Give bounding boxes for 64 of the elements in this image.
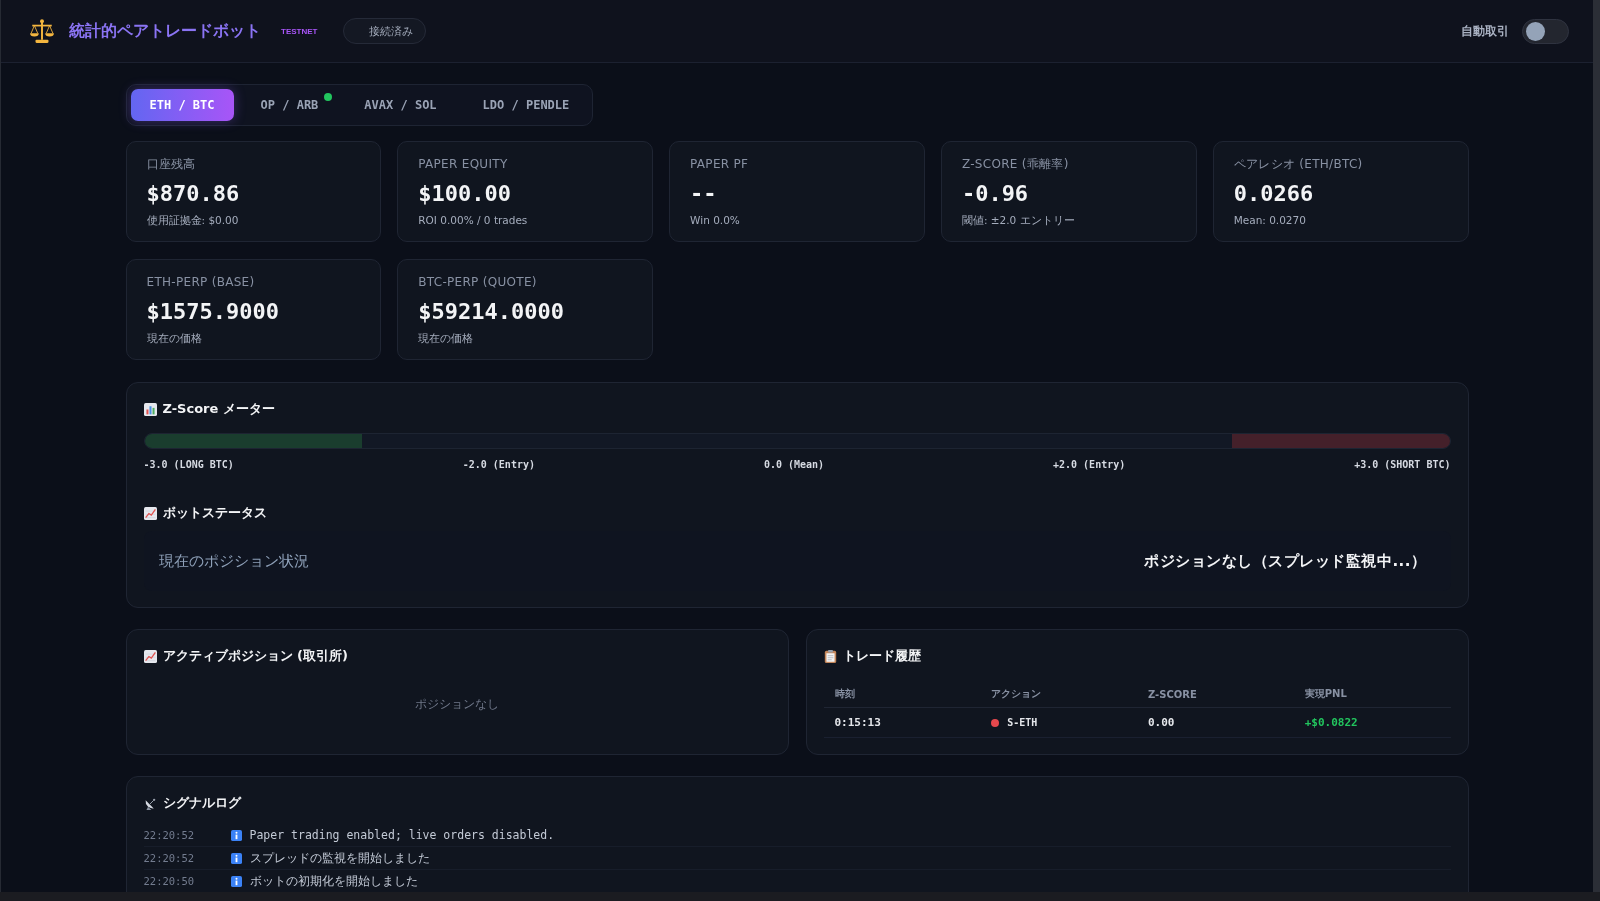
stat-label: PAPER EQUITY — [418, 157, 509, 172]
stat-subtext: 現在の価格 — [418, 331, 475, 345]
line-chart-icon — [143, 649, 157, 663]
connection-status: 接続済み — [343, 18, 427, 44]
panel-title: アクティブポジション (取引所) — [162, 647, 348, 665]
log-message: スプレッドの監視を開始しました — [249, 850, 430, 866]
stat-label: ペアレシオ (ETH/BTC) — [1233, 157, 1364, 172]
log-time: 22:20:52 — [143, 829, 196, 841]
scrollbar[interactable] — [1593, 0, 1600, 892]
position-status-value: ポジションなし（スプレッド監視中...） — [1144, 551, 1427, 571]
meter-scale-label: 0.0 (Mean) — [763, 459, 825, 471]
column-header: アクション — [980, 681, 1137, 708]
pair-tab[interactable]: AVAX / SOL — [345, 89, 456, 121]
stat-subtext: 使用証拠金: $0.00 — [146, 213, 240, 227]
stat-subtext: 現在の価格 — [146, 331, 203, 345]
column-header: 時刻 — [823, 681, 981, 708]
table-cell: +$0.0822 — [1293, 707, 1451, 738]
pair-tab[interactable]: LDO / PENDLE — [463, 89, 589, 121]
stat-value: $59214.0000 — [418, 298, 565, 325]
stat-subtext: 閾値: ±2.0 エントリー — [961, 213, 1076, 227]
stat-label: BTC-PERP (QUOTE) — [418, 275, 538, 290]
table-cell: 0:15:13 — [823, 707, 981, 738]
meter-scale-label: -2.0 (Entry) — [462, 459, 535, 471]
panel-title: ボットステータス — [162, 504, 267, 522]
stat-value: 0.0266 — [1233, 180, 1315, 207]
line-chart-icon — [143, 506, 157, 520]
stat-label: 口座残高 — [146, 157, 197, 172]
pair-tab[interactable]: OP / ARB — [241, 89, 338, 121]
auto-trade-toggle[interactable] — [1522, 18, 1569, 44]
stat-value: $870.86 — [146, 180, 241, 207]
stat-subtext: ROI 0.00% / 0 trades — [418, 213, 529, 227]
bar-chart-icon — [143, 402, 157, 416]
auto-trade-label: 自動取引 — [1461, 22, 1509, 40]
panel-title: シグナルログ — [162, 794, 241, 812]
stat-value: $1575.9000 — [146, 298, 280, 325]
column-header: Z-SCORE — [1137, 681, 1294, 708]
meter-scale-label: +3.0 (SHORT BTC) — [1354, 459, 1451, 471]
stat-label: ETH-PERP (BASE) — [146, 275, 256, 290]
network-label: TESTNET — [281, 26, 318, 36]
stat-subtext: Mean: 0.0270 — [1233, 213, 1307, 227]
stat-value: -- — [690, 180, 718, 207]
stat-value: -0.96 — [961, 180, 1030, 207]
log-message: Paper trading enabled; live orders disabled. — [249, 828, 555, 842]
empty-state-text: ポジションなし — [415, 696, 499, 713]
meter-scale-label: -3.0 (LONG BTC) — [143, 459, 234, 471]
position-status-label: 現在のポジション状況 — [158, 551, 309, 571]
pair-tab[interactable]: ETH / BTC — [130, 89, 234, 121]
table-cell: 0.00 — [1137, 707, 1294, 738]
stat-subtext: Win 0.0% — [690, 213, 741, 227]
satellite-dish-icon — [143, 796, 157, 810]
app-title: 統計的ペアトレードボット — [69, 20, 261, 42]
scale-icon — [29, 19, 55, 43]
log-time: 22:20:52 — [143, 852, 196, 864]
meter-scale-label: +2.0 (Entry) — [1053, 459, 1126, 471]
log-time: 22:20:50 — [143, 875, 196, 887]
panel-title: トレード履歴 — [842, 647, 921, 665]
clipboard-icon — [823, 649, 837, 663]
stat-label: PAPER PF — [690, 157, 750, 172]
stat-label: Z-SCORE (乖離率) — [961, 157, 1070, 172]
panel-title: Z-Score メーター — [162, 400, 275, 418]
log-message: ボットの初期化を開始しました — [249, 873, 418, 889]
column-header: 実現PNL — [1293, 681, 1451, 708]
stat-value: $100.00 — [418, 180, 512, 207]
trade-action-text: S-ETH — [1007, 717, 1038, 728]
